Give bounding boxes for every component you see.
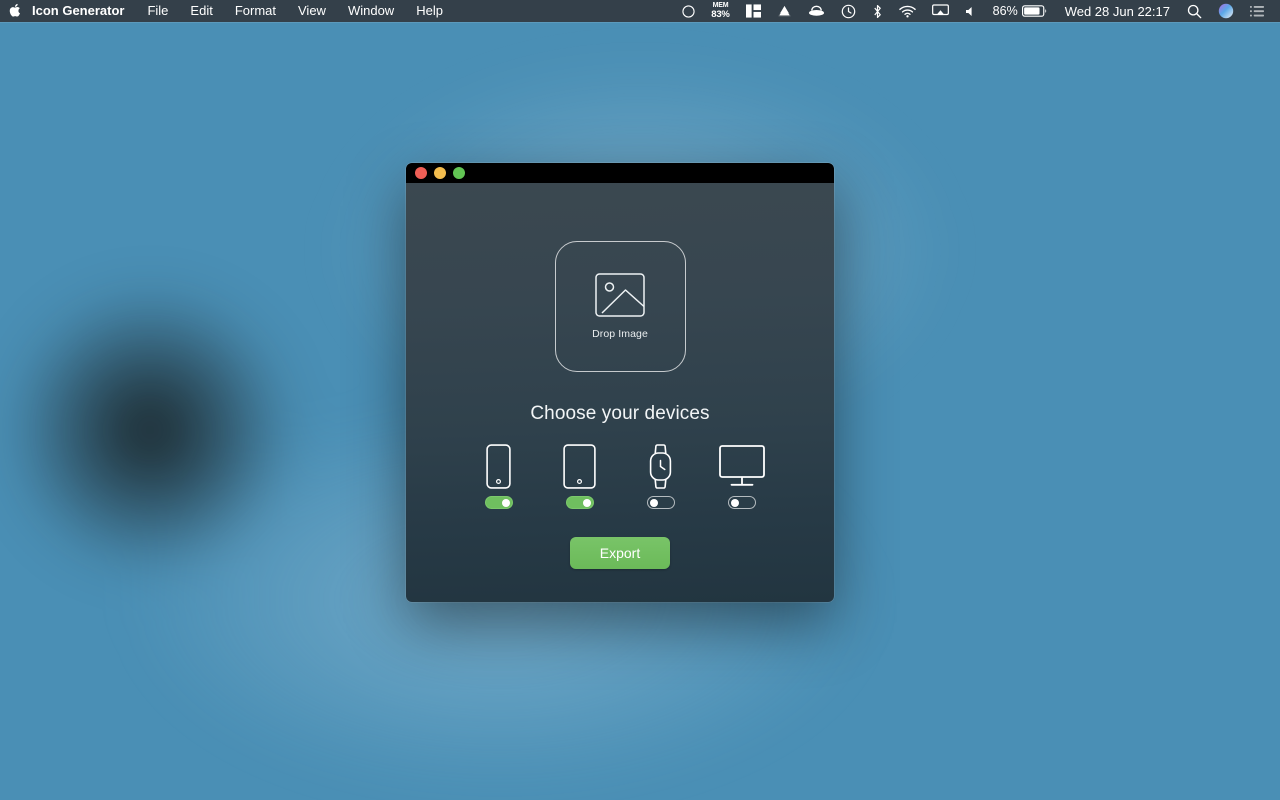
apple-logo-icon[interactable] (0, 0, 30, 22)
imac-display-icon (718, 442, 765, 489)
menu-item-file[interactable]: File (136, 0, 179, 22)
cloud-sync-icon[interactable] (800, 0, 833, 22)
airplay-icon[interactable] (924, 0, 957, 22)
devices-section-title: Choose your devices (530, 403, 710, 424)
memory-label: MEM (712, 2, 729, 10)
device-option-mac[interactable] (712, 442, 772, 509)
toggle-knob (649, 498, 658, 507)
battery-percentage[interactable]: 86% (985, 0, 1022, 22)
circle-outline-icon[interactable] (674, 0, 703, 22)
export-button[interactable]: Export (570, 537, 670, 569)
device-selection-row (469, 442, 772, 509)
notification-center-icon[interactable] (1242, 0, 1272, 22)
siri-icon[interactable] (1210, 0, 1242, 22)
iphone-icon (486, 442, 511, 489)
app-window: Drop Image Choose your devices Export (406, 163, 834, 602)
toggle-knob (730, 498, 739, 507)
drop-image-label: Drop Image (592, 328, 648, 340)
close-button[interactable] (415, 167, 427, 179)
toggle-knob (501, 498, 510, 507)
device-option-iphone[interactable] (469, 442, 529, 509)
menu-bar-clock[interactable]: Wed 28 Jun 22:17 (1056, 0, 1179, 22)
toggle-knob (582, 498, 591, 507)
bluetooth-icon[interactable] (864, 0, 891, 22)
minimize-button[interactable] (434, 167, 446, 179)
memory-value: 83% (711, 9, 730, 21)
ipad-toggle[interactable] (565, 496, 594, 509)
battery-icon[interactable] (1021, 0, 1056, 22)
mac-toggle[interactable] (727, 496, 756, 509)
apple-watch-icon (647, 442, 674, 489)
menu-item-edit[interactable]: Edit (179, 0, 223, 22)
menu-item-view[interactable]: View (287, 0, 337, 22)
menu-item-help[interactable]: Help (405, 0, 454, 22)
memory-usage-indicator[interactable]: MEM 83% (703, 0, 737, 22)
app-content: Drop Image Choose your devices Export (406, 183, 834, 602)
device-option-watch[interactable] (631, 442, 691, 509)
menu-bar: Icon Generator File Edit Format View Win… (0, 0, 1280, 22)
ipad-icon (563, 442, 596, 489)
device-option-ipad[interactable] (550, 442, 610, 509)
watch-toggle[interactable] (646, 496, 675, 509)
drop-image-zone[interactable]: Drop Image (554, 241, 686, 372)
google-drive-icon[interactable] (769, 0, 800, 22)
menu-bar-left: Icon Generator File Edit Format View Win… (0, 0, 454, 22)
menu-app-name[interactable]: Icon Generator (30, 0, 136, 22)
menu-item-format[interactable]: Format (224, 0, 287, 22)
photo-placeholder-icon (595, 273, 645, 317)
time-machine-icon[interactable] (833, 0, 864, 22)
window-tiling-icon[interactable] (738, 0, 769, 22)
window-title-bar[interactable] (406, 163, 834, 183)
wifi-icon[interactable] (891, 0, 924, 22)
iphone-toggle[interactable] (484, 496, 513, 509)
zoom-button[interactable] (453, 167, 465, 179)
volume-icon[interactable] (957, 0, 985, 22)
search-icon[interactable] (1179, 0, 1210, 22)
menu-item-window[interactable]: Window (337, 0, 405, 22)
menu-bar-status-area: MEM 83% 86% Wed 28 Jun 22:17 (674, 0, 1272, 22)
